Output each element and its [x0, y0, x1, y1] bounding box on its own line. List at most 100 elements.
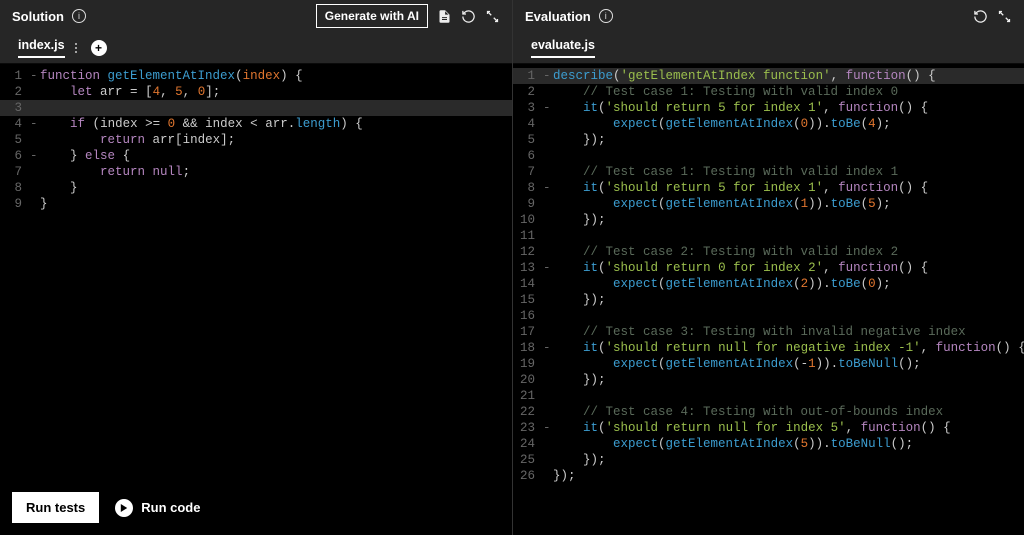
code-line[interactable]: 21: [513, 388, 1024, 404]
fold-marker: [30, 180, 40, 196]
code-line[interactable]: 2 let arr = [4, 5, 0];: [0, 84, 512, 100]
code-content: function getElementAtIndex(index) {: [40, 68, 303, 84]
code-line[interactable]: 3: [0, 100, 512, 116]
evaluation-tab[interactable]: evaluate.js: [531, 38, 595, 58]
fold-marker: [543, 228, 553, 244]
code-line[interactable]: 20 });: [513, 372, 1024, 388]
line-number: 24: [513, 436, 543, 452]
solution-header: Solution i Generate with AI: [0, 0, 512, 32]
code-line[interactable]: 6- } else {: [0, 148, 512, 164]
code-line[interactable]: 4 expect(getElementAtIndex(0)).toBe(4);: [513, 116, 1024, 132]
code-line[interactable]: 16: [513, 308, 1024, 324]
file-icon[interactable]: [436, 8, 452, 24]
fold-marker[interactable]: -: [543, 260, 553, 276]
play-icon: [115, 499, 133, 517]
code-line[interactable]: 10 });: [513, 212, 1024, 228]
line-number: 11: [513, 228, 543, 244]
code-line[interactable]: 12 // Test case 2: Testing with valid in…: [513, 244, 1024, 260]
line-number: 4: [0, 116, 30, 132]
info-icon[interactable]: i: [599, 9, 613, 23]
code-content: });: [553, 292, 606, 308]
code-line[interactable]: 14 expect(getElementAtIndex(2)).toBe(0);: [513, 276, 1024, 292]
code-line[interactable]: 11: [513, 228, 1024, 244]
code-content: });: [553, 468, 576, 484]
code-content: return null;: [40, 164, 190, 180]
reset-icon[interactable]: [460, 8, 476, 24]
code-line[interactable]: 6: [513, 148, 1024, 164]
fold-marker[interactable]: -: [543, 420, 553, 436]
fold-marker: [543, 164, 553, 180]
run-code-button[interactable]: Run code: [115, 499, 200, 517]
fold-marker[interactable]: -: [543, 340, 553, 356]
code-line[interactable]: 9 expect(getElementAtIndex(1)).toBe(5);: [513, 196, 1024, 212]
fold-marker: [543, 388, 553, 404]
code-line[interactable]: 18- it('should return null for negative …: [513, 340, 1024, 356]
evaluation-editor[interactable]: 1-describe('getElementAtIndex function',…: [513, 64, 1024, 535]
fold-marker: [543, 324, 553, 340]
fold-marker: [543, 148, 553, 164]
fold-marker[interactable]: -: [30, 68, 40, 84]
solution-tab-bar: index.js +: [0, 32, 512, 64]
expand-icon[interactable]: [996, 8, 1012, 24]
fold-marker[interactable]: -: [543, 100, 553, 116]
code-line[interactable]: 26});: [513, 468, 1024, 484]
code-line[interactable]: 25 });: [513, 452, 1024, 468]
code-line[interactable]: 1-function getElementAtIndex(index) {: [0, 68, 512, 84]
code-line[interactable]: 5 });: [513, 132, 1024, 148]
code-line[interactable]: 7 // Test case 1: Testing with valid ind…: [513, 164, 1024, 180]
line-number: 20: [513, 372, 543, 388]
line-number: 2: [513, 84, 543, 100]
code-line[interactable]: 2 // Test case 1: Testing with valid ind…: [513, 84, 1024, 100]
fold-marker: [543, 292, 553, 308]
fold-marker: [30, 164, 40, 180]
fold-marker[interactable]: -: [30, 148, 40, 164]
fold-marker[interactable]: -: [543, 180, 553, 196]
reset-icon[interactable]: [972, 8, 988, 24]
info-icon[interactable]: i: [72, 9, 86, 23]
fold-marker[interactable]: -: [30, 116, 40, 132]
generate-with-ai-button[interactable]: Generate with AI: [316, 4, 428, 28]
line-number: 3: [513, 100, 543, 116]
code-line[interactable]: 8 }: [0, 180, 512, 196]
fold-marker[interactable]: -: [543, 68, 553, 84]
run-tests-button[interactable]: Run tests: [12, 492, 99, 523]
line-number: 4: [513, 116, 543, 132]
line-number: 12: [513, 244, 543, 260]
line-number: 8: [0, 180, 30, 196]
code-line[interactable]: 3- it('should return 5 for index 1', fun…: [513, 100, 1024, 116]
code-line[interactable]: 15 });: [513, 292, 1024, 308]
code-line[interactable]: 8- it('should return 5 for index 1', fun…: [513, 180, 1024, 196]
evaluation-pane: Evaluation i evaluate.js 1-describe('get…: [513, 0, 1024, 535]
code-line[interactable]: 19 expect(getElementAtIndex(-1)).toBeNul…: [513, 356, 1024, 372]
line-number: 8: [513, 180, 543, 196]
fold-marker: [30, 132, 40, 148]
line-number: 2: [0, 84, 30, 100]
code-line[interactable]: 24 expect(getElementAtIndex(5)).toBeNull…: [513, 436, 1024, 452]
code-line[interactable]: 17 // Test case 3: Testing with invalid …: [513, 324, 1024, 340]
line-number: 3: [0, 100, 30, 116]
solution-tab[interactable]: index.js: [18, 38, 79, 58]
add-tab-button[interactable]: +: [91, 40, 107, 56]
code-line[interactable]: 7 return null;: [0, 164, 512, 180]
code-line[interactable]: 5 return arr[index];: [0, 132, 512, 148]
code-content: return arr[index];: [40, 132, 235, 148]
line-number: 25: [513, 452, 543, 468]
expand-icon[interactable]: [484, 8, 500, 24]
line-number: 6: [513, 148, 543, 164]
code-line[interactable]: 23- it('should return null for index 5',…: [513, 420, 1024, 436]
code-content: }: [40, 196, 48, 212]
code-line[interactable]: 13- it('should return 0 for index 2', fu…: [513, 260, 1024, 276]
tab-menu-icon[interactable]: [73, 41, 79, 55]
code-line[interactable]: 4- if (index >= 0 && index < arr.length)…: [0, 116, 512, 132]
code-line[interactable]: 1-describe('getElementAtIndex function',…: [513, 68, 1024, 84]
solution-editor[interactable]: 1-function getElementAtIndex(index) {2 l…: [0, 64, 512, 535]
code-line[interactable]: 22 // Test case 4: Testing with out-of-b…: [513, 404, 1024, 420]
line-number: 22: [513, 404, 543, 420]
fold-marker: [543, 404, 553, 420]
code-content: } else {: [40, 148, 130, 164]
code-line[interactable]: 9}: [0, 196, 512, 212]
line-number: 10: [513, 212, 543, 228]
evaluation-tab-bar: evaluate.js: [513, 32, 1024, 64]
line-number: 9: [513, 196, 543, 212]
code-content: let arr = [4, 5, 0];: [40, 84, 220, 100]
